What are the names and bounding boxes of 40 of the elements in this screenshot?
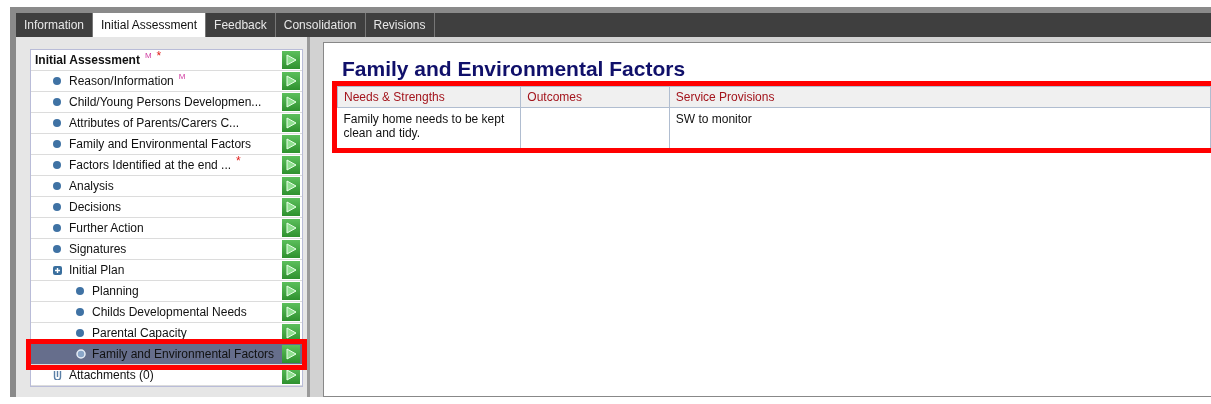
sidebar-item[interactable]: Attributes of Parents/Carers C... [31,113,302,134]
table-cell: SW to monitor [669,107,1211,148]
item-label: Attributes of Parents/Carers C... [69,116,240,130]
sidebar-item[interactable]: Reason/Information M [31,71,302,92]
sidebar-item[interactable]: Child/Young Persons Developmen... [31,92,302,113]
sidebar-item[interactable]: Planning [31,281,302,302]
item-label: Decisions [69,200,122,214]
sidebar-item[interactable]: Childs Developmental Needs [31,302,302,323]
item-label: Parental Capacity [92,326,187,340]
m-marker: M [178,72,186,81]
item-label: Attachments (0) [69,368,154,382]
item-label: Childs Developmental Needs [92,305,247,319]
item-label: Further Action [69,221,144,235]
item-label: Child/Young Persons Developmen... [69,95,262,109]
column-header: Needs & Strengths [337,86,521,108]
sidebar-item[interactable]: Initial Plan [31,260,302,281]
sidebar-item[interactable]: Analysis [31,176,302,197]
section-title: Family and Environmental Factors [342,57,687,81]
item-label: Factors Identified at the end ... [69,158,232,172]
item-label: Family and Environmental Factors [69,137,252,151]
required-marker: * [156,49,162,63]
item-label: Initial Plan [69,263,125,277]
tab[interactable]: Initial Assessment [93,13,207,37]
sidebar-item[interactable]: Signatures [31,239,302,260]
item-label: Family and Environmental Factors [92,347,275,361]
table-cell: Family home needs to be kept clean and tidy. [337,107,521,148]
required-marker: * [236,154,241,168]
item-label: Initial Assessment [35,53,140,67]
item-label: Planning [92,284,139,298]
sidebar-item[interactable]: Further Action [31,218,302,239]
column-header: Outcomes [520,86,670,108]
sidebar-item[interactable]: Initial Assessment M * [31,50,302,71]
item-label: Analysis [69,179,114,193]
sidebar-item[interactable]: Factors Identified at the end ... * [31,155,302,176]
item-label: Signatures [69,242,127,256]
m-marker: M [144,51,152,60]
column-header: Service Provisions [669,86,1211,108]
sidebar-item[interactable]: Family and Environmental Factors [31,134,302,155]
sidebar-item[interactable]: Decisions [31,197,302,218]
item-label: Reason/Information [69,74,174,88]
